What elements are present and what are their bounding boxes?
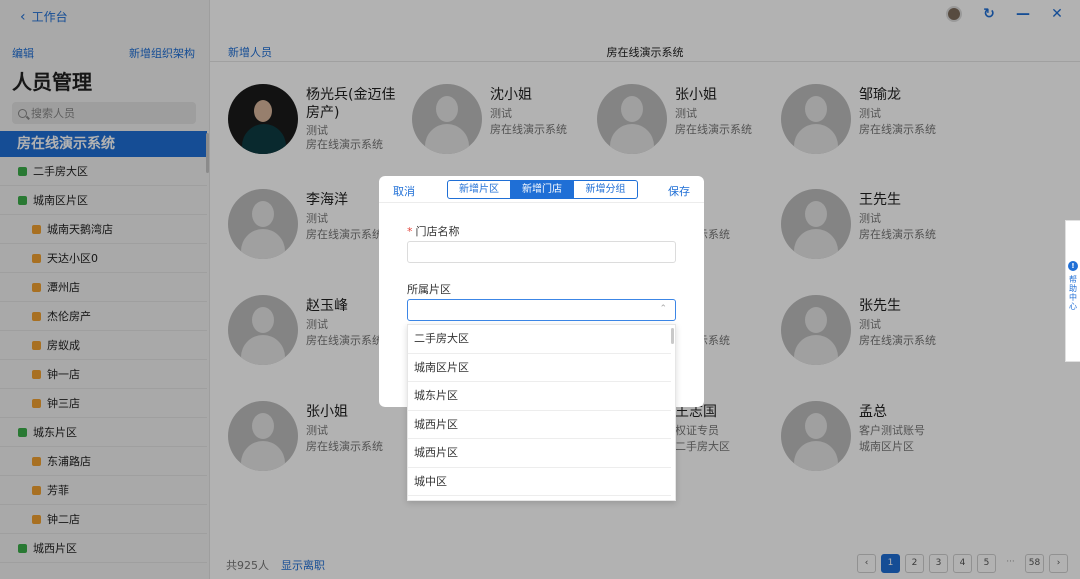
cancel-button[interactable]: 取消 — [393, 183, 415, 199]
dropdown-option[interactable]: 城中区 — [408, 468, 671, 496]
district-label: 所属片区 — [407, 283, 451, 296]
dialog-tab[interactable]: 新增门店 — [511, 181, 574, 198]
dropdown-option[interactable]: 城东片区 — [408, 382, 671, 411]
dropdown-option[interactable]: 城西片区 — [408, 411, 671, 439]
dropdown-option[interactable]: 城南区片区 — [408, 354, 671, 382]
save-button[interactable]: 保存 — [668, 183, 690, 199]
dialog-tabs: 新增片区 新增门店 新增分组 — [447, 180, 638, 199]
dialog-header: 取消 新增片区 新增门店 新增分组 保存 — [379, 176, 704, 203]
info-icon: ! — [1068, 261, 1078, 271]
store-name-label: * 门店名称 — [407, 225, 460, 238]
dropdown-scrollbar[interactable] — [671, 328, 674, 344]
help-center-label: 帮助中心 — [1068, 275, 1078, 311]
dropdown-option[interactable]: 二手房大区 — [408, 325, 671, 354]
dialog-tab[interactable]: 新增分组 — [574, 181, 637, 198]
district-dropdown: 二手房大区 城南区片区 城东片区 城西片区 城西片区 城中区 — [407, 324, 676, 501]
dialog-tab[interactable]: 新增片区 — [448, 181, 511, 198]
help-center-tab[interactable]: ! 帮助中心 — [1065, 220, 1080, 362]
dropdown-option[interactable]: 城西片区 — [408, 439, 671, 468]
chevron-up-icon: ⌃ — [659, 304, 667, 314]
store-name-field[interactable] — [407, 241, 676, 263]
district-select[interactable]: ⌃ — [407, 299, 676, 321]
required-mark: * — [407, 225, 413, 238]
